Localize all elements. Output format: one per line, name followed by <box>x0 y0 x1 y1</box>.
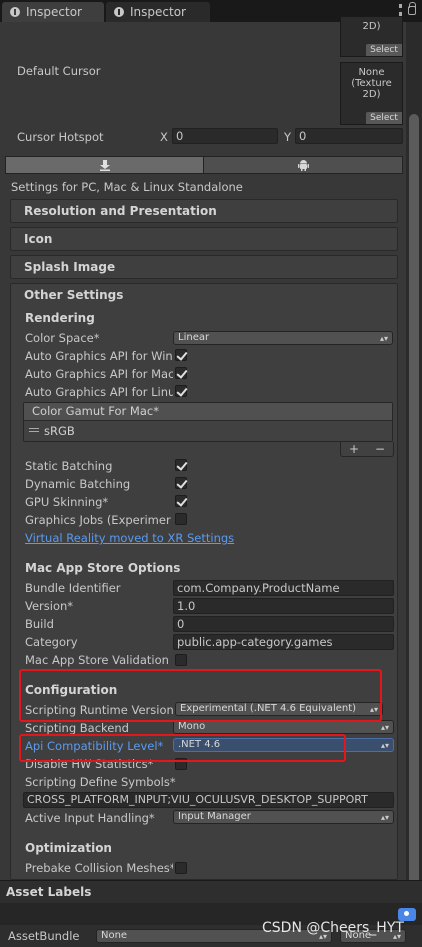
scripting-backend-dropdown[interactable]: Mono ▴▾ <box>173 720 394 734</box>
static-batching-checkbox[interactable] <box>175 459 187 471</box>
graphics-jobs-checkbox[interactable] <box>175 513 187 525</box>
color-space-label: Color Space* <box>25 331 100 345</box>
list-item[interactable]: sRGB <box>24 421 392 441</box>
download-icon <box>99 160 110 171</box>
category-field[interactable]: public.app-category.games <box>173 634 394 650</box>
asset-labels-title: Asset Labels <box>6 885 92 899</box>
platform-tab-android[interactable] <box>203 156 403 174</box>
dropdown-value: Input Manager <box>178 811 251 822</box>
vertical-scrollbar[interactable] <box>406 22 422 890</box>
gpu-skinning-checkbox[interactable] <box>175 495 187 507</box>
category-label: Category <box>25 635 78 649</box>
default-cursor-label: Default Cursor <box>17 64 101 78</box>
asset-labels-panel: Asset Labels AssetBundle None ▴▾ None ▴▾ <box>0 880 422 947</box>
dropdown-value: Mono <box>178 721 206 732</box>
dynamic-batching-label: Dynamic Batching <box>25 477 131 491</box>
section-resolution[interactable]: Resolution and Presentation <box>10 199 398 223</box>
gamut-item-label: sRGB <box>44 424 75 438</box>
chevron-down-icon: ▴▾ <box>379 334 388 343</box>
auto-api-mac-checkbox[interactable] <box>175 367 187 379</box>
default-cursor-texture-field[interactable]: None (Texture 2D) Select <box>340 62 403 125</box>
active-input-dropdown[interactable]: Input Manager ▴▾ <box>173 810 394 824</box>
version-label: Version* <box>25 599 74 613</box>
info-icon <box>10 7 20 17</box>
chevron-down-icon: ▴▾ <box>380 723 389 732</box>
mac-store-validation-label: Mac App Store Validation <box>25 653 169 667</box>
dropdown-value: Linear <box>178 332 210 343</box>
kebab-menu-icon[interactable] <box>399 4 402 16</box>
tab-inspector-active[interactable]: Inspector <box>2 2 104 22</box>
lock-icon[interactable] <box>408 2 416 15</box>
hotspot-x-label: X <box>160 130 168 144</box>
vr-settings-link[interactable]: Virtual Reality moved to XR Settings <box>25 531 234 545</box>
platform-tab-standalone[interactable] <box>5 156 204 174</box>
color-space-dropdown[interactable]: Linear ▴▾ <box>173 331 393 345</box>
tab-inspector-inactive[interactable]: Inspector <box>106 2 210 22</box>
dynamic-batching-checkbox[interactable] <box>175 477 187 489</box>
build-field[interactable]: 0 <box>173 616 394 632</box>
define-symbols-label: Scripting Define Symbols* <box>25 775 176 789</box>
select-button[interactable]: Select <box>366 112 402 124</box>
auto-api-linux-checkbox[interactable] <box>175 385 187 397</box>
auto-api-win-checkbox[interactable] <box>175 349 187 361</box>
bundle-id-label: Bundle Identifier <box>25 581 121 595</box>
section-splash-image[interactable]: Splash Image <box>10 255 398 279</box>
optimization-header: Optimization <box>25 841 112 855</box>
annotation-box-api-level <box>19 734 346 762</box>
scripting-backend-label: Scripting Backend <box>25 721 129 735</box>
remove-button[interactable]: − <box>375 442 385 456</box>
list-add-remove: + − <box>340 442 394 457</box>
info-icon <box>114 7 124 17</box>
section-icon[interactable]: Icon <box>10 227 398 251</box>
bundle-id-field[interactable]: com.Company.ProductName <box>173 580 394 596</box>
graphics-jobs-label: Graphics Jobs (Experimer <box>25 513 171 527</box>
active-input-label: Active Input Handling* <box>25 811 155 825</box>
select-button[interactable]: Select <box>366 44 402 56</box>
add-button[interactable]: + <box>349 442 359 456</box>
cursor-hotspot-label: Cursor Hotspot <box>17 130 104 144</box>
android-icon <box>297 160 309 171</box>
hotspot-x-field[interactable]: 0 <box>172 128 278 144</box>
color-gamut-list: Color Gamut For Mac* sRGB <box>23 402 393 442</box>
auto-api-win-label: Auto Graphics API for Win <box>25 349 173 363</box>
settings-for-label: Settings for PC, Mac & Linux Standalone <box>11 180 243 194</box>
texture-text-type: (Texture <box>351 78 392 89</box>
texture-text: 2D) <box>362 21 381 32</box>
chevron-down-icon: ▴▾ <box>380 741 389 750</box>
tab-label: Inspector <box>26 5 82 19</box>
color-gamut-header: Color Gamut For Mac* <box>24 403 392 421</box>
hotspot-y-field[interactable]: 0 <box>295 128 403 144</box>
mac-store-header: Mac App Store Options <box>25 561 181 575</box>
chevron-down-icon: ▴▾ <box>380 813 389 822</box>
texture-text-2d: 2D) <box>362 89 381 100</box>
build-label: Build <box>25 617 54 631</box>
auto-api-mac-label: Auto Graphics API for Mac <box>25 367 173 381</box>
prebake-collision-checkbox[interactable] <box>175 862 187 874</box>
version-field[interactable]: 1.0 <box>173 598 394 614</box>
assetbundle-label: AssetBundle <box>8 929 80 943</box>
scrollbar-thumb[interactable] <box>409 114 419 890</box>
static-batching-label: Static Batching <box>25 459 113 473</box>
drag-handle-icon[interactable] <box>29 428 39 432</box>
gpu-skinning-label: GPU Skinning* <box>25 495 109 509</box>
define-symbols-field[interactable]: CROSS_PLATFORM_INPUT;VIU_OCULUSVR_DESKTO… <box>23 792 394 808</box>
hotspot-y-label: Y <box>284 130 292 144</box>
mac-store-validation-checkbox[interactable] <box>175 654 187 666</box>
tab-label: Inspector <box>130 5 186 19</box>
texture-text-none: None <box>358 67 385 78</box>
watermark-text: CSDN @Cheers_HYT <box>262 920 404 936</box>
annotation-box-configuration <box>19 669 382 722</box>
cursor-texture-field-top[interactable]: 2D) Select <box>340 16 403 57</box>
auto-api-linux-label: Auto Graphics API for Linu <box>25 385 173 399</box>
prebake-collision-label: Prebake Collision Meshes* <box>25 861 173 875</box>
rendering-header: Rendering <box>25 311 95 325</box>
dropdown-value: None <box>101 930 128 941</box>
